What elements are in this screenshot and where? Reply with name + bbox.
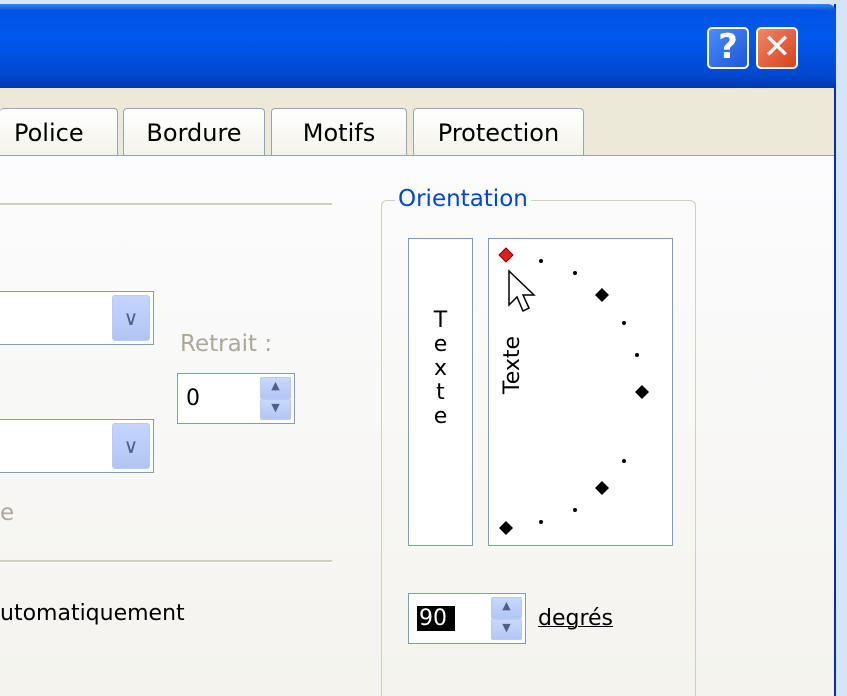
orientation-dial[interactable]: Texte — [488, 238, 673, 546]
dial-tick — [573, 508, 577, 512]
triangle-up-icon[interactable]: ▲ — [260, 377, 291, 399]
desktop-background-right — [836, 0, 847, 696]
vertical-letter: t — [436, 380, 445, 405]
triangle-down-icon[interactable]: ▼ — [491, 618, 522, 640]
section-separator-bottom — [0, 560, 332, 563]
indent-value: 0 — [186, 386, 200, 411]
dial-tick — [573, 271, 577, 275]
close-icon: ✕ — [762, 27, 792, 67]
dropdown-button[interactable]: ∨ — [112, 423, 150, 469]
degrees-label: degrés — [538, 606, 613, 631]
dial-tick — [539, 259, 543, 263]
dial-tick — [622, 459, 626, 463]
help-icon: ? — [718, 27, 738, 67]
dial-diamond-45 — [595, 288, 609, 302]
auto-fit-checkbox-label[interactable]: utomatiquement — [0, 601, 185, 626]
degrees-spin-buttons: ▲ ▼ — [491, 597, 522, 640]
tab-police[interactable]: Police — [0, 108, 118, 156]
vertical-letter: x — [433, 356, 448, 381]
indent-label: Retrait : — [180, 331, 273, 357]
dial-tick — [635, 353, 639, 357]
mouse-cursor-icon — [508, 269, 536, 313]
vertical-text-button[interactable]: T e x t e — [408, 238, 473, 546]
text-control-label-fragment: e — [0, 500, 15, 526]
triangle-down-icon[interactable]: ▼ — [260, 398, 291, 420]
vertical-letter: e — [433, 332, 448, 357]
section-separator-top — [0, 203, 332, 206]
dial-tick — [622, 321, 626, 325]
close-button[interactable]: ✕ — [756, 27, 798, 69]
vertical-text: T e x t e — [409, 309, 472, 429]
dial-diamond-minus45 — [595, 481, 609, 495]
triangle-up-icon[interactable]: ▲ — [491, 597, 522, 619]
tab-bordure[interactable]: Bordure — [123, 108, 265, 156]
vertical-alignment-select[interactable]: ∨ — [0, 419, 154, 473]
tab-label: Motifs — [302, 119, 376, 147]
rotated-text: Texte — [500, 336, 525, 395]
help-button[interactable]: ? — [707, 27, 749, 69]
chevron-down-icon: ∨ — [123, 306, 139, 330]
tab-motifs[interactable]: Motifs — [271, 108, 407, 156]
degrees-stepper[interactable]: 90 ▲ ▼ — [408, 593, 526, 644]
degrees-value[interactable]: 90 — [417, 606, 455, 631]
vertical-letter: e — [433, 404, 448, 429]
dial-diamond-0 — [635, 385, 649, 399]
vertical-letter: T — [433, 308, 448, 333]
tab-protection[interactable]: Protection — [413, 108, 584, 156]
tab-label: Bordure — [146, 119, 242, 147]
orientation-dial-graphic: Texte — [498, 247, 649, 535]
tab-label: Protection — [437, 119, 560, 147]
tab-label: Police — [14, 119, 84, 147]
chevron-down-icon: ∨ — [123, 434, 139, 458]
dial-marker-90 — [498, 247, 514, 263]
dropdown-button[interactable]: ∨ — [112, 295, 150, 341]
indent-spin-buttons: ▲ ▼ — [260, 377, 291, 420]
horizontal-alignment-select[interactable]: ∨ — [0, 291, 154, 345]
dial-tick — [539, 520, 543, 524]
title-bar: ? ✕ — [0, 4, 836, 88]
orientation-group-title: Orientation — [395, 186, 531, 212]
degrees-label-text: degrés — [538, 606, 614, 631]
indent-stepper[interactable]: 0 ▲ ▼ — [177, 373, 295, 424]
dial-diamond-minus90 — [499, 521, 513, 535]
